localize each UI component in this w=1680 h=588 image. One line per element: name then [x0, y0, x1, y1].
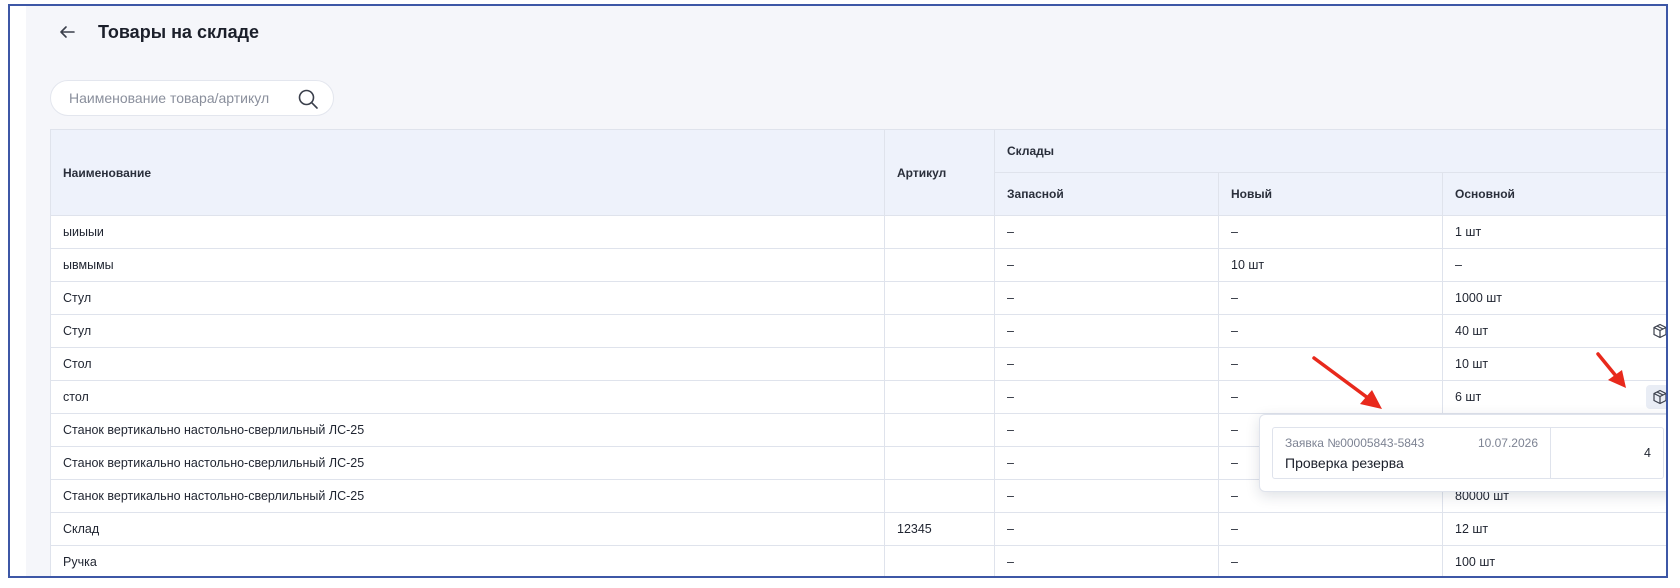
cell-main: 10 шт — [1441, 347, 1666, 381]
table-row[interactable]: Ручка – –100 шт — [50, 545, 1666, 576]
cell-name: стол — [50, 380, 885, 414]
cell-article — [884, 281, 995, 315]
cell-article — [884, 248, 995, 282]
cell-new: – — [1218, 347, 1443, 381]
cell-reserve: – — [994, 479, 1219, 513]
table-row[interactable]: ывмымы –10 шт – — [50, 248, 1666, 282]
cell-reserve: – — [994, 347, 1219, 381]
cell-reserve: – — [994, 446, 1219, 480]
reserve-badge[interactable]: 4 — [1646, 385, 1666, 409]
cell-name: Станок вертикально настольно-сверлильный… — [50, 479, 885, 513]
main-stock-value: 40 шт — [1455, 324, 1489, 338]
cell-reserve: – — [994, 512, 1219, 546]
cell-article — [884, 413, 995, 447]
box-icon — [1653, 389, 1666, 405]
cell-name: ыиыыи — [50, 215, 885, 249]
cell-article — [884, 446, 995, 480]
main-stock-value: 1 шт — [1455, 225, 1482, 239]
page-content: Товары на складе Наименование Артикул Ск… — [26, 6, 1666, 576]
reserve-badge[interactable]: 5 — [1646, 319, 1666, 343]
cell-article — [884, 479, 995, 513]
cell-reserve: – — [994, 248, 1219, 282]
main-stock-value: 1000 шт — [1455, 291, 1503, 305]
cell-main: 12 шт — [1441, 512, 1666, 546]
cell-new: – — [1218, 215, 1443, 249]
main-stock-value: 10 шт — [1455, 357, 1489, 371]
table-row[interactable]: Склад 12345– –12 шт — [50, 512, 1666, 546]
cell-main: 40 шт 5 — [1441, 314, 1666, 348]
cell-main: – — [1441, 248, 1666, 282]
cell-reserve: – — [994, 281, 1219, 315]
cell-new: – — [1218, 380, 1443, 414]
back-button[interactable] — [56, 21, 78, 43]
cell-article — [884, 347, 995, 381]
column-header-name[interactable]: Наименование — [50, 129, 885, 216]
reserve-popover: Заявка №00005843-5843 10.07.2026 Проверк… — [1259, 414, 1666, 492]
cell-main: 1 шт — [1441, 215, 1666, 249]
cell-new: – — [1218, 512, 1443, 546]
cell-article — [884, 545, 995, 576]
search-icon[interactable] — [297, 88, 319, 110]
cell-article: 12345 — [884, 512, 995, 546]
stock-table: Наименование Артикул Склады Запасной Нов… — [50, 129, 1666, 576]
cell-reserve: – — [994, 380, 1219, 414]
column-header-reserve[interactable]: Запасной — [994, 172, 1219, 216]
column-header-main[interactable]: Основной — [1441, 172, 1666, 216]
cell-reserve: – — [994, 215, 1219, 249]
cell-main: 100 шт — [1441, 545, 1666, 576]
column-header-new[interactable]: Новый — [1218, 172, 1443, 216]
box-icon — [1653, 323, 1666, 339]
cell-article — [884, 314, 995, 348]
cell-new: 10 шт — [1218, 248, 1443, 282]
main-stock-value: 100 шт — [1455, 555, 1496, 569]
table-row[interactable]: Стол – –10 шт — [50, 347, 1666, 381]
reserve-request-card: Заявка №00005843-5843 10.07.2026 Проверк… — [1272, 427, 1664, 479]
cell-article — [884, 380, 995, 414]
cell-name: Склад — [50, 512, 885, 546]
cell-name: Станок вертикально настольно-сверлильный… — [50, 413, 885, 447]
table-row[interactable]: Стул––40 шт5 — [50, 314, 1666, 348]
cell-new: – — [1218, 314, 1443, 348]
cell-main: 1000 шт — [1441, 281, 1666, 315]
column-group-warehouses: Склады — [993, 129, 1666, 173]
main-stock-value: 12 шт — [1455, 522, 1489, 536]
cell-reserve: – — [994, 413, 1219, 447]
search-input[interactable] — [67, 89, 281, 107]
cell-name: Ручка — [50, 545, 885, 576]
request-date: 10.07.2026 — [1477, 436, 1538, 450]
table-body: ыиыыи – –1 шт ывмымы –10 шт – Стул – –1000 шт Сту… — [50, 215, 1666, 576]
page-title: Товары на складе — [98, 21, 260, 42]
cell-article — [884, 215, 995, 249]
cell-name: Стол — [50, 347, 885, 381]
request-quantity: 4 — [1550, 428, 1663, 478]
cell-name: Стул — [50, 314, 885, 348]
main-stock-value: – — [1455, 258, 1462, 272]
search-box — [50, 80, 334, 116]
cell-reserve: – — [994, 314, 1219, 348]
table-row[interactable]: Стул – –1000 шт — [50, 281, 1666, 315]
cell-main: 6 шт 4 — [1441, 380, 1666, 414]
table-row[interactable]: ыиыыи – –1 шт — [50, 215, 1666, 249]
cell-new: – — [1218, 545, 1443, 576]
screenshot-frame: Товары на складе Наименование Артикул Ск… — [8, 4, 1668, 578]
cell-reserve: – — [994, 545, 1219, 576]
cell-new: – — [1218, 281, 1443, 315]
arrow-left-icon — [60, 26, 75, 38]
page-header: Товары на складе — [56, 14, 259, 50]
table-row[interactable]: стол––6 шт4 — [50, 380, 1666, 414]
cell-name: Стул — [50, 281, 885, 315]
reserve-request-link[interactable]: Заявка №00005843-5843 10.07.2026 Проверк… — [1273, 428, 1550, 478]
cell-name: ывмымы — [50, 248, 885, 282]
request-description: Проверка резерва — [1285, 455, 1404, 471]
column-header-article[interactable]: Артикул — [884, 129, 995, 216]
cell-name: Станок вертикально настольно-сверлильный… — [50, 446, 885, 480]
main-stock-value: 6 шт — [1455, 390, 1482, 404]
